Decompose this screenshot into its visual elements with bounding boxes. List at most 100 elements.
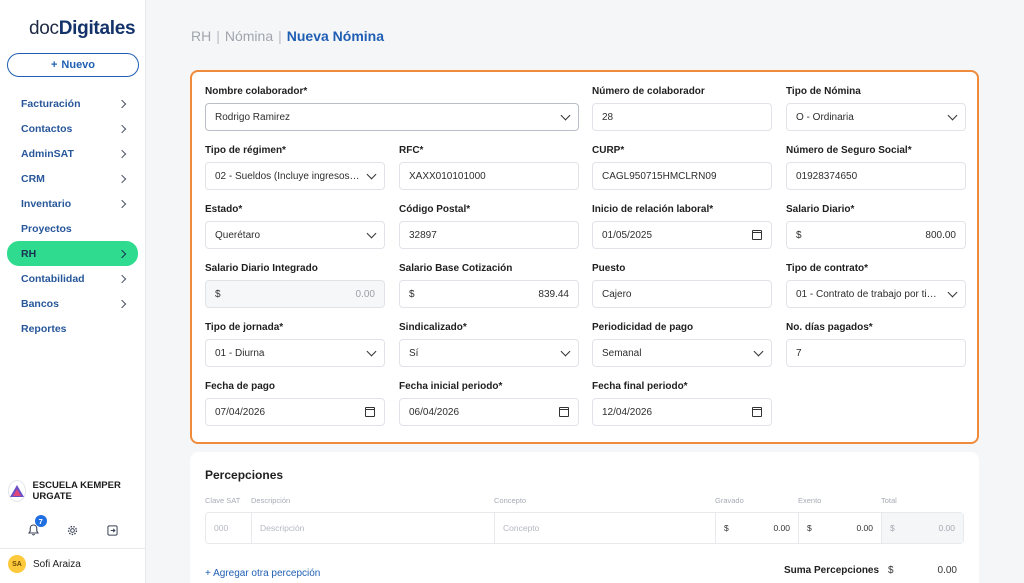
chevron-down-icon bbox=[560, 110, 571, 120]
sidebar-item-adminsat[interactable]: AdminSAT bbox=[7, 141, 138, 166]
settings-button[interactable] bbox=[64, 521, 82, 539]
currency-symbol: $ bbox=[796, 229, 802, 241]
numero-colaborador-input[interactable]: 28 bbox=[592, 103, 772, 131]
concepto-input[interactable]: Concepto bbox=[495, 513, 716, 543]
sidebar-item-contactos[interactable]: Contactos bbox=[7, 116, 138, 141]
field-codigo-postal: Código Postal* 32897 bbox=[399, 204, 579, 249]
field-label: Salario Diario Integrado bbox=[205, 263, 318, 274]
salario-diario-input[interactable]: $800.00 bbox=[786, 221, 966, 249]
field-value: 01 - Diurna bbox=[215, 347, 265, 359]
user-name: Sofi Araiza bbox=[33, 558, 81, 570]
descripcion-input[interactable]: Descripción bbox=[252, 513, 495, 543]
field-label: Número de Seguro Social* bbox=[786, 145, 912, 156]
sindicalizado-select[interactable]: Sí bbox=[399, 339, 579, 367]
breadcrumb-nomina[interactable]: Nómina bbox=[225, 28, 273, 44]
field-label: Número de colaborador bbox=[592, 86, 705, 97]
sidebar-item-inventario[interactable]: Inventario bbox=[7, 191, 138, 216]
sidebar-item-proyectos[interactable]: Proyectos bbox=[7, 216, 138, 241]
chevron-right-icon bbox=[117, 124, 127, 133]
calendar-icon[interactable] bbox=[752, 407, 762, 417]
field-sindicalizado: Sindicalizado* Sí bbox=[399, 322, 579, 367]
codigo-postal-input[interactable]: 32897 bbox=[399, 221, 579, 249]
new-button[interactable]: + Nuevo bbox=[7, 53, 139, 77]
suma-percepciones-value: 0.00 bbox=[937, 565, 957, 576]
sidebar-item-label: Reportes bbox=[21, 322, 67, 335]
breadcrumb: RH | Nómina | Nueva Nómina bbox=[191, 28, 384, 44]
sdi-input[interactable]: $0.00 bbox=[205, 280, 385, 308]
sidebar-item-facturacion[interactable]: Facturación bbox=[7, 91, 138, 116]
sidebar-item-crm[interactable]: CRM bbox=[7, 166, 138, 191]
gear-icon bbox=[68, 525, 78, 535]
breadcrumb-rh[interactable]: RH bbox=[191, 28, 211, 44]
field-label: Inicio de relación laboral* bbox=[592, 204, 714, 215]
estado-select[interactable]: Querétaro bbox=[205, 221, 385, 249]
field-periodicidad: Periodicidad de pago Semanal bbox=[592, 322, 772, 367]
exento-input[interactable]: $0.00 bbox=[799, 513, 882, 543]
periodicidad-select[interactable]: Semanal bbox=[592, 339, 772, 367]
fecha-inicial-date-input[interactable]: 06/04/2026 bbox=[399, 398, 579, 426]
field-value: 01928374650 bbox=[796, 170, 858, 182]
chevron-down-icon bbox=[366, 346, 377, 356]
rfc-input[interactable]: XAXX010101000 bbox=[399, 162, 579, 190]
sidebar-item-bancos[interactable]: Bancos bbox=[7, 291, 138, 316]
page-title: Nueva Nómina bbox=[286, 28, 385, 44]
fecha-pago-date-input[interactable]: 07/04/2026 bbox=[205, 398, 385, 426]
curp-input[interactable]: CAGL950715HMCLRN09 bbox=[592, 162, 772, 190]
total-value: $0.00 bbox=[882, 513, 963, 543]
tipo-regimen-select[interactable]: 02 - Sueldos (Incluye ingresos se... bbox=[205, 162, 385, 190]
sidebar-item-contabilidad[interactable]: Contabilidad bbox=[7, 266, 138, 291]
column-header-exento: Exento bbox=[798, 496, 822, 505]
calendar-icon[interactable] bbox=[559, 407, 569, 417]
puesto-input[interactable]: Cajero bbox=[592, 280, 772, 308]
gravado-input[interactable]: $0.00 bbox=[716, 513, 799, 543]
chevron-down-icon bbox=[753, 346, 764, 356]
field-value: 7 bbox=[796, 347, 802, 359]
app-logo[interactable]: docDigitales bbox=[29, 18, 136, 40]
nss-input[interactable]: 01928374650 bbox=[786, 162, 966, 190]
field-value: 28 bbox=[602, 111, 614, 123]
sidebar-item-label: CRM bbox=[21, 172, 45, 185]
field-label: RFC* bbox=[399, 145, 424, 156]
dias-pagados-input[interactable]: 7 bbox=[786, 339, 966, 367]
inicio-relacion-date-input[interactable]: 01/05/2025 bbox=[592, 221, 772, 249]
breadcrumb-separator: | bbox=[216, 28, 220, 44]
sbc-input[interactable]: $839.44 bbox=[399, 280, 579, 308]
organization-switcher[interactable]: ESCUELA KEMPER URGATE bbox=[8, 480, 140, 502]
suma-percepciones-label: Suma Percepciones bbox=[784, 565, 880, 576]
sidebar-item-label: Bancos bbox=[21, 297, 59, 310]
field-sdi: Salario Diario Integrado $0.00 bbox=[205, 263, 385, 308]
logout-icon bbox=[107, 524, 118, 536]
column-header-clave: Clave SAT bbox=[205, 496, 241, 505]
sidebar-item-label: Inventario bbox=[21, 197, 72, 210]
nombre-colaborador-select[interactable]: Rodrigo Ramirez bbox=[205, 103, 579, 131]
field-sbc: Salario Base Cotización $839.44 bbox=[399, 263, 579, 308]
chevron-down-icon bbox=[947, 110, 958, 120]
currency-symbol: $ bbox=[807, 523, 812, 533]
fecha-final-date-input[interactable]: 12/04/2026 bbox=[592, 398, 772, 426]
field-inicio-relacion: Inicio de relación laboral* 01/05/2025 bbox=[592, 204, 772, 249]
currency-symbol: $ bbox=[724, 523, 729, 533]
field-fecha-final: Fecha final periodo* 12/04/2026 bbox=[592, 381, 772, 426]
field-label: Tipo de régimen* bbox=[205, 145, 286, 156]
employee-form-card: Nombre colaborador* Rodrigo Ramirez Núme… bbox=[190, 70, 979, 444]
placeholder: Concepto bbox=[503, 523, 540, 533]
notifications-button[interactable]: 7 bbox=[25, 515, 47, 539]
sidebar-item-reportes[interactable]: Reportes bbox=[7, 316, 138, 341]
placeholder: Descripción bbox=[260, 523, 305, 533]
calendar-icon[interactable] bbox=[752, 230, 762, 240]
field-value: Querétaro bbox=[215, 229, 261, 241]
sidebar-item-rh[interactable]: RH bbox=[7, 241, 138, 266]
field-curp: CURP* CAGL950715HMCLRN09 bbox=[592, 145, 772, 190]
logout-button[interactable] bbox=[103, 521, 121, 539]
tipo-contrato-select[interactable]: 01 - Contrato de trabajo por tiem... bbox=[786, 280, 966, 308]
user-menu[interactable]: SA Sofi Araiza bbox=[8, 555, 81, 573]
clave-sat-input[interactable]: 000 bbox=[206, 513, 252, 543]
calendar-icon[interactable] bbox=[365, 407, 375, 417]
chevron-right-icon bbox=[117, 299, 127, 308]
field-nombre-colaborador: Nombre colaborador* Rodrigo Ramirez bbox=[205, 86, 579, 131]
tipo-jornada-select[interactable]: 01 - Diurna bbox=[205, 339, 385, 367]
add-percepcion-link[interactable]: + Agregar otra percepción bbox=[205, 568, 320, 579]
tipo-nomina-select[interactable]: O - Ordinaria bbox=[786, 103, 966, 131]
sidebar-item-label: Proyectos bbox=[21, 222, 72, 235]
field-numero-colaborador: Número de colaborador 28 bbox=[592, 86, 772, 131]
